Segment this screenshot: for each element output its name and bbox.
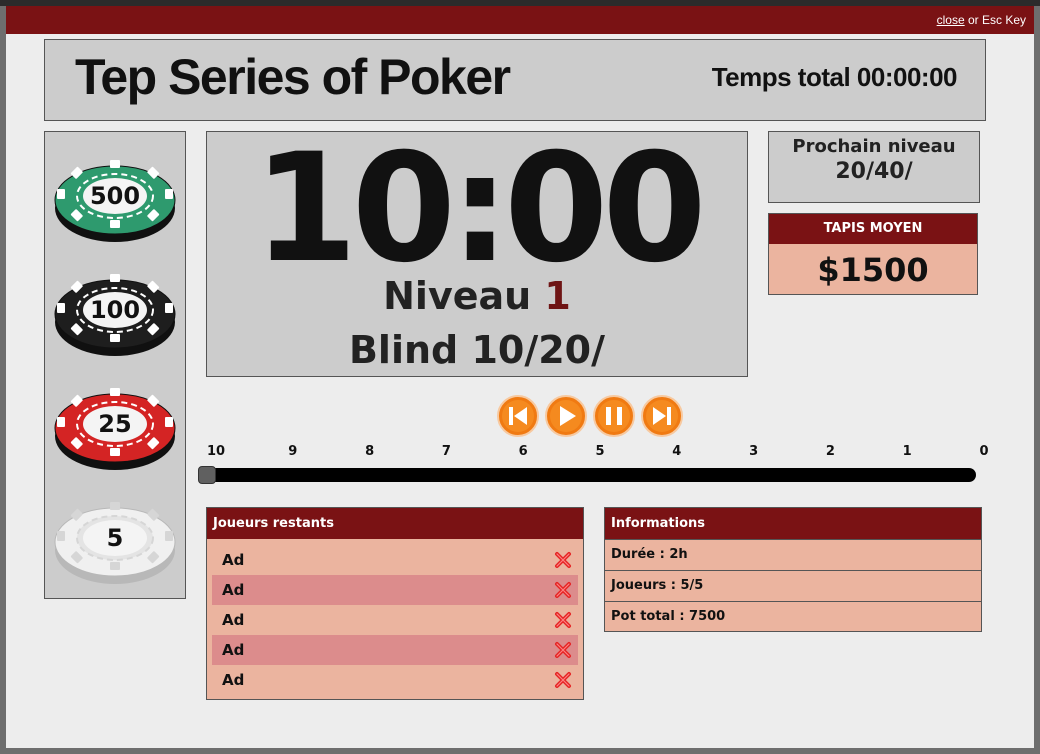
chip-value: 5 xyxy=(106,524,124,552)
average-stack-panel: TAPIS MOYEN $1500 xyxy=(768,213,978,295)
scale-tick-1: 1 xyxy=(902,444,912,459)
chip-value: 25 xyxy=(98,410,132,438)
remaining-players-title: Joueurs restants xyxy=(207,508,583,539)
remove-player-icon[interactable] xyxy=(554,641,572,659)
close-link[interactable]: close xyxy=(937,13,965,27)
remaining-players-panel: Joueurs restants Ad Ad Ad Ad Ad xyxy=(206,507,584,700)
total-time-label: Temps total xyxy=(711,62,851,92)
level-number: 1 xyxy=(544,274,571,318)
player-row: Ad xyxy=(212,635,578,665)
chip-value: 500 xyxy=(89,182,141,210)
information-title: Informations xyxy=(605,508,981,539)
average-stack-value: $1500 xyxy=(817,251,929,289)
remove-player-icon[interactable] xyxy=(554,581,572,599)
scale-tick-5: 5 xyxy=(595,444,605,459)
close-hint: close or Esc Key xyxy=(937,13,1026,27)
total-pot-row: Pot total : 7500 xyxy=(605,601,981,632)
countdown-clock: 10:00 xyxy=(253,122,706,296)
tournament-header: Tep Series of Poker Temps total 00:00:00 xyxy=(44,39,986,121)
players-count-row: Joueurs : 5/5 xyxy=(605,570,981,601)
player-name: Ad xyxy=(222,671,245,689)
play-button[interactable] xyxy=(544,394,588,438)
scale-tick-8: 8 xyxy=(365,444,375,459)
poker-chip-500: 500 xyxy=(53,154,177,246)
remove-player-icon[interactable] xyxy=(554,611,572,629)
scale-tick-7: 7 xyxy=(441,444,451,459)
progress-slider-handle[interactable] xyxy=(198,466,216,484)
remove-player-icon[interactable] xyxy=(554,671,572,689)
duration-row: Durée : 2h xyxy=(605,539,981,570)
countdown-scale: 10 9 8 7 6 5 4 3 2 1 0 xyxy=(198,444,998,462)
play-icon xyxy=(545,395,587,437)
scale-tick-4: 4 xyxy=(672,444,682,459)
scale-tick-3: 3 xyxy=(749,444,759,459)
scale-tick-2: 2 xyxy=(825,444,835,459)
poker-chip-5: 5 xyxy=(53,496,177,588)
total-time: Temps total 00:00:00 xyxy=(711,62,958,93)
player-name: Ad xyxy=(222,611,245,629)
poker-chip-25: 25 xyxy=(53,382,177,474)
timer-controls xyxy=(490,394,683,438)
average-stack-label: TAPIS MOYEN xyxy=(769,214,977,244)
window-titlebar: close or Esc Key xyxy=(6,6,1034,34)
tournament-title: Tep Series of Poker xyxy=(75,49,511,105)
player-name: Ad xyxy=(222,641,245,659)
scale-tick-0: 0 xyxy=(979,444,989,459)
scale-tick-6: 6 xyxy=(518,444,528,459)
blind-display: Blind 10/20/ xyxy=(207,328,747,372)
progress-slider[interactable] xyxy=(200,468,976,482)
poker-chip-100: 100 xyxy=(53,268,177,360)
total-time-value: 00:00:00 xyxy=(856,62,958,92)
blind-label: Blind xyxy=(348,328,459,372)
player-name: Ad xyxy=(222,551,245,569)
level-display: Niveau 1 xyxy=(207,274,747,318)
scale-tick-9: 9 xyxy=(288,444,298,459)
esc-key-hint: or Esc Key xyxy=(964,13,1026,27)
chip-value: 100 xyxy=(89,296,141,324)
player-name: Ad xyxy=(222,581,245,599)
blind-value: 10/20/ xyxy=(471,328,606,372)
level-label: Niveau xyxy=(383,274,532,318)
player-row: Ad xyxy=(212,575,578,605)
next-level-value: 20/40/ xyxy=(835,159,913,184)
information-panel: Informations Durée : 2h Joueurs : 5/5 Po… xyxy=(604,507,982,632)
next-level-button[interactable] xyxy=(640,394,684,438)
skip-forward-icon xyxy=(641,395,683,437)
scale-tick-10: 10 xyxy=(206,444,226,459)
player-row: Ad xyxy=(212,545,578,575)
skip-back-icon xyxy=(497,395,539,437)
next-level-panel: Prochain niveau 20/40/ xyxy=(768,131,980,203)
level-timer: 10:00 Niveau 1 Blind 10/20/ xyxy=(206,122,748,377)
chip-values-panel: 500 100 25 5 xyxy=(44,131,186,599)
pause-button[interactable] xyxy=(592,394,636,438)
next-level-label: Prochain niveau xyxy=(792,136,956,157)
previous-level-button[interactable] xyxy=(496,394,540,438)
player-row: Ad xyxy=(212,665,578,695)
pause-icon xyxy=(593,395,635,437)
remove-player-icon[interactable] xyxy=(554,551,572,569)
player-row: Ad xyxy=(212,605,578,635)
